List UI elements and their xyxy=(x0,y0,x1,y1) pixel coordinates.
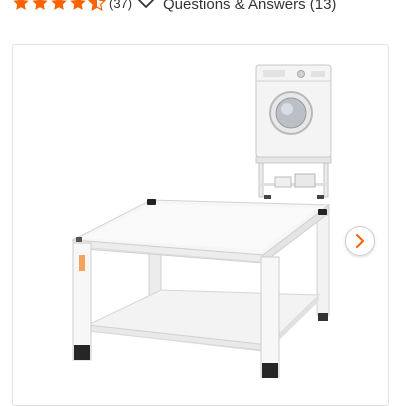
star-icon xyxy=(70,0,86,10)
star-rating[interactable] xyxy=(12,0,106,14)
rating-bar: (37) Questions & Answers (13) xyxy=(0,0,400,20)
questions-answers-label: Questions & Answers (13) xyxy=(163,0,337,13)
chevron-down-icon xyxy=(138,0,154,8)
washer-on-pedestal-image xyxy=(255,64,332,199)
questions-answers-link[interactable]: Questions & Answers (13) xyxy=(137,0,336,13)
next-image-button[interactable] xyxy=(345,226,375,256)
star-icon xyxy=(13,0,29,10)
pedestal-stand-image xyxy=(71,199,331,378)
star-half-icon xyxy=(88,0,106,11)
chevron-right-icon xyxy=(356,234,364,248)
product-image-card[interactable] xyxy=(12,44,389,406)
product-image xyxy=(71,64,332,378)
rating-count[interactable]: (37) xyxy=(109,0,132,11)
star-icon xyxy=(51,0,67,10)
star-icon xyxy=(32,0,48,10)
